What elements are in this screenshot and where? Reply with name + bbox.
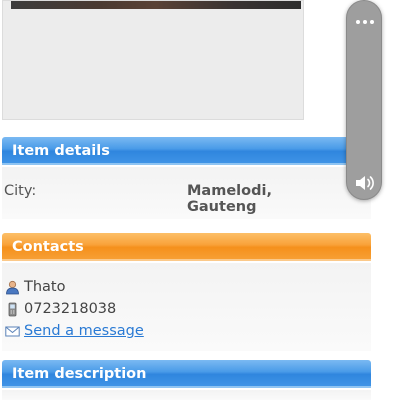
item-description-panel xyxy=(2,390,371,400)
contact-message-line: Send a message xyxy=(5,323,144,339)
listing-photo[interactable] xyxy=(11,1,301,9)
floating-side-control[interactable] xyxy=(346,0,382,200)
contacts-header: Contacts xyxy=(2,233,371,261)
contact-phone-line: 0723218038 xyxy=(5,301,116,317)
contact-name: Thato xyxy=(24,279,66,295)
item-details-header: Item details xyxy=(2,137,371,165)
send-message-link[interactable]: Send a message xyxy=(24,323,144,339)
contact-name-line: Thato xyxy=(5,279,66,295)
city-label: City: xyxy=(4,183,37,199)
item-description-header: Item description xyxy=(2,360,371,388)
photo-frame[interactable] xyxy=(2,0,304,120)
user-icon xyxy=(5,280,20,295)
contact-phone[interactable]: 0723218038 xyxy=(24,301,116,317)
volume-icon[interactable] xyxy=(354,173,376,193)
listing-page: Item details City: Mamelodi, Gauteng Con… xyxy=(0,0,400,400)
envelope-icon xyxy=(5,324,20,339)
more-dots-icon[interactable] xyxy=(355,11,375,24)
city-value: Mamelodi, Gauteng xyxy=(187,183,272,215)
mobile-phone-icon xyxy=(5,302,20,317)
